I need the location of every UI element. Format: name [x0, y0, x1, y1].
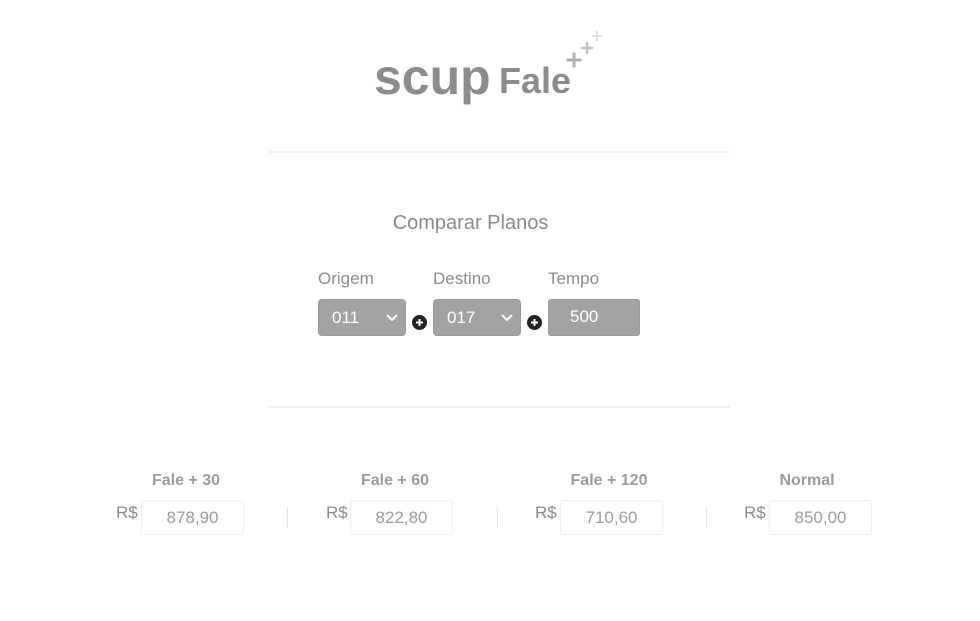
plan-price-fale-120[interactable]: 710,60: [560, 500, 663, 535]
tempo-label: Tempo: [548, 269, 600, 288]
plan-separator: [706, 507, 707, 528]
plan-currency: R$: [535, 503, 557, 522]
logo: scup Fale: [374, 31, 614, 108]
chevron-down-icon: [501, 314, 513, 322]
chevron-down-icon: [386, 314, 398, 322]
logo-fale-text: Fale: [499, 60, 572, 101]
origem-value: 011: [332, 308, 360, 327]
plan-currency: R$: [744, 503, 766, 522]
destino-value: 017: [447, 308, 476, 327]
destino-label: Destino: [433, 269, 491, 288]
plan-currency: R$: [116, 503, 138, 522]
bottom-divider: [269, 406, 730, 408]
plus-circle-icon[interactable]: [527, 315, 542, 330]
origem-select[interactable]: 011: [318, 299, 406, 336]
plan-price-normal[interactable]: 850,00: [769, 500, 872, 535]
top-divider: [269, 151, 730, 153]
destino-select[interactable]: 017: [433, 299, 521, 336]
plan-separator: [287, 507, 288, 528]
plan-title-fale-30: Fale + 30: [151, 472, 221, 489]
logo-scup-text: scup: [374, 49, 491, 105]
plan-title-fale-60: Fale + 60: [360, 472, 430, 489]
tempo-input[interactable]: 500: [548, 299, 640, 336]
plus-circle-icon[interactable]: [412, 315, 427, 330]
plan-title-fale-120: Fale + 120: [570, 472, 648, 489]
plan-currency: R$: [326, 503, 348, 522]
origem-label: Origem: [318, 269, 374, 288]
plan-title-normal: Normal: [779, 472, 835, 489]
plan-separator: [497, 507, 498, 528]
plan-price-fale-30[interactable]: 878,90: [141, 500, 244, 535]
page: scup Fale Comparar Planos Origem Destino…: [0, 0, 980, 621]
compare-title: Comparar Planos: [392, 212, 549, 234]
plan-price-fale-60[interactable]: 822,80: [350, 500, 453, 535]
plus-icon: [566, 31, 602, 68]
